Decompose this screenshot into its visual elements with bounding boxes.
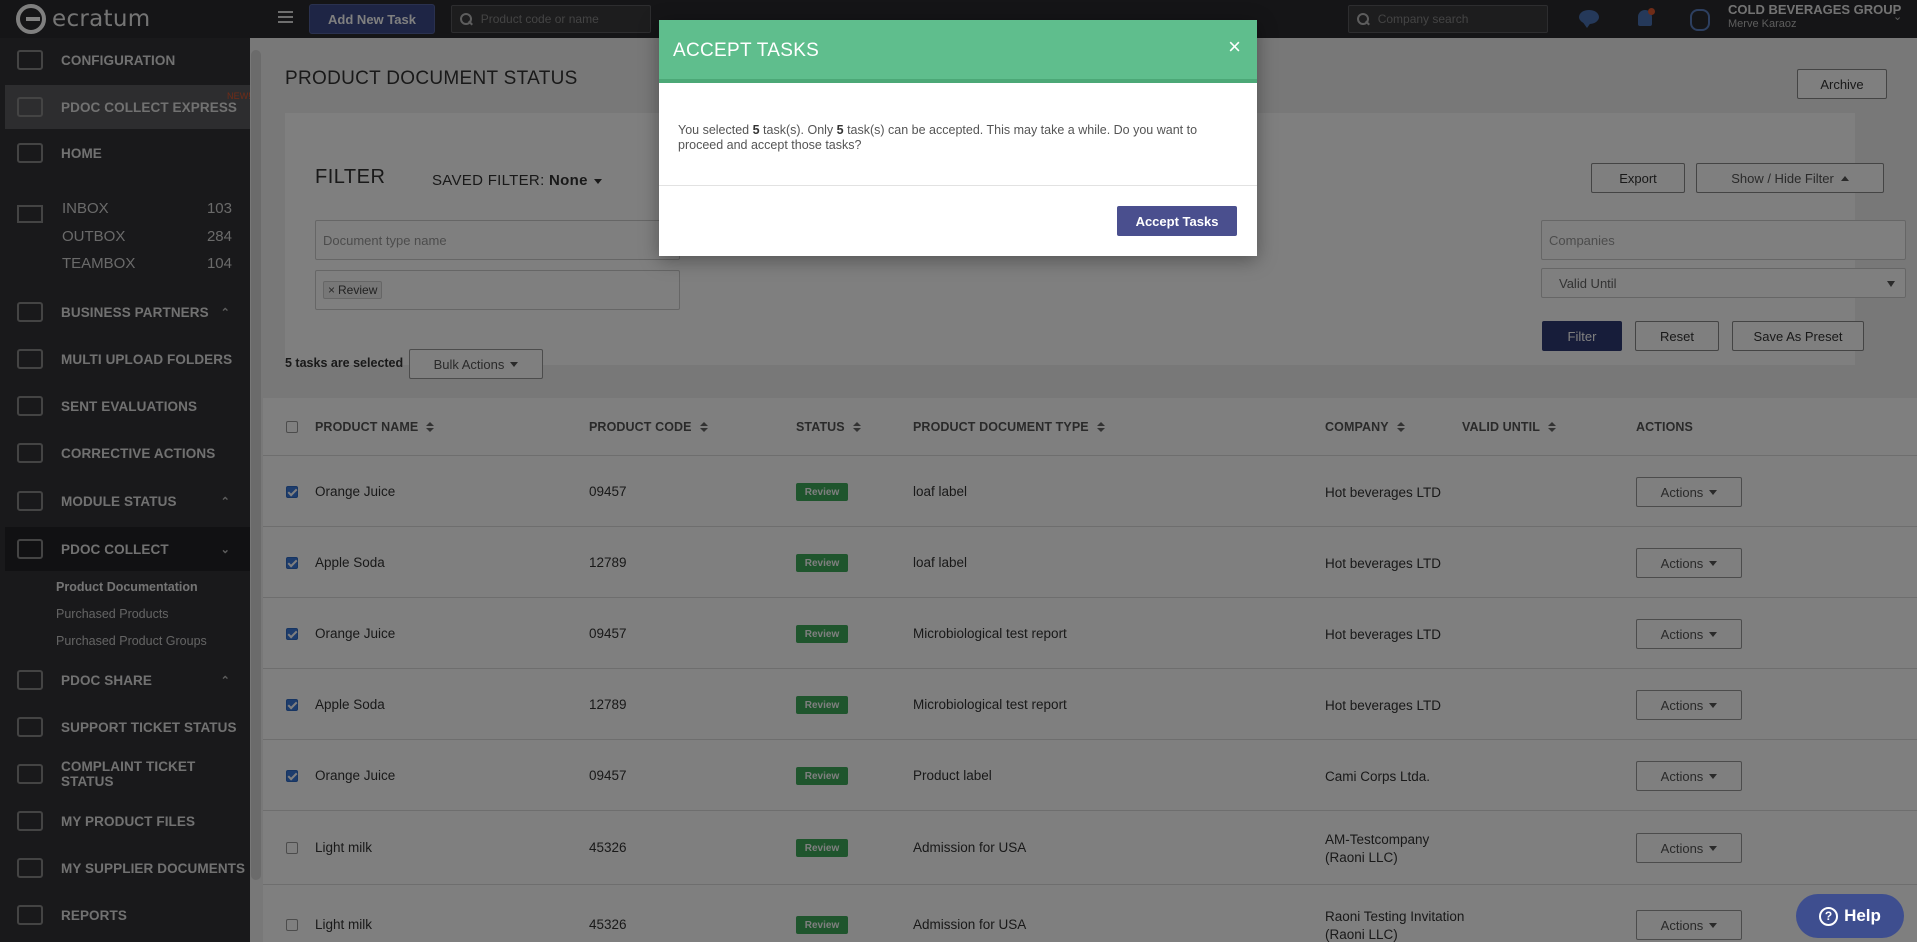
modal-divider bbox=[659, 185, 1257, 186]
help-icon: ? bbox=[1819, 906, 1839, 926]
modal-title: ACCEPT TASKS bbox=[673, 40, 820, 61]
selected-count: 5 bbox=[752, 123, 760, 137]
close-icon[interactable]: × bbox=[1228, 36, 1241, 58]
help-button[interactable]: ? Help bbox=[1796, 894, 1904, 938]
modal-header: ACCEPT TASKS × bbox=[659, 20, 1257, 83]
accept-tasks-button[interactable]: Accept Tasks bbox=[1117, 206, 1237, 236]
acceptable-count: 5 bbox=[836, 123, 844, 137]
accept-tasks-modal: ACCEPT TASKS × You selected 5 task(s). O… bbox=[659, 20, 1257, 256]
help-label: Help bbox=[1844, 906, 1881, 925]
modal-message: You selected 5 task(s). Only 5 task(s) c… bbox=[678, 123, 1218, 153]
modal-text: task(s). Only bbox=[759, 123, 837, 137]
modal-text: You selected bbox=[678, 123, 753, 137]
